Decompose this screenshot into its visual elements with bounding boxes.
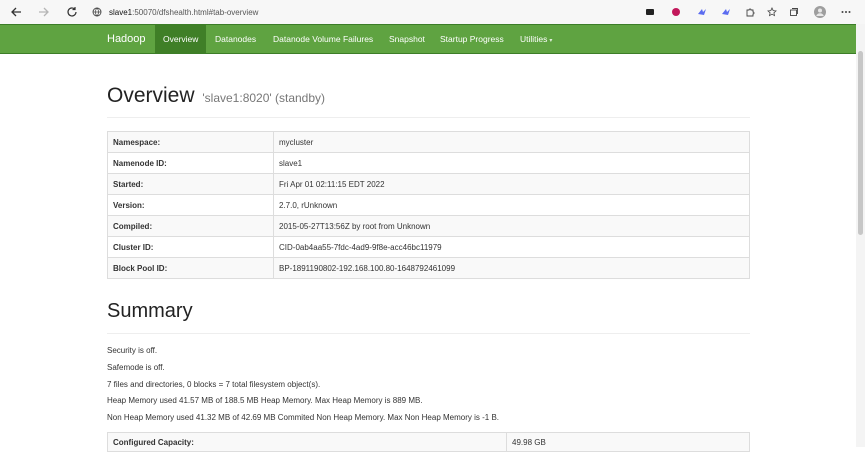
table-row: Namespace: mycluster: [107, 131, 750, 153]
table-row: Compiled: 2015-05-27T13:56Z by root from …: [107, 215, 750, 237]
browser-toolbar: slave1:50070/dfshealth.html#tab-overview: [0, 0, 865, 25]
url-path: :50070/dfshealth.html#tab-overview: [132, 7, 259, 17]
summary-line: Heap Memory used 41.57 MB of 188.5 MB He…: [107, 396, 423, 406]
row-value: 49.98 GB: [506, 432, 750, 452]
summary-line: Security is off.: [107, 346, 158, 355]
bird-extension-icon[interactable]: [692, 2, 712, 22]
hadoop-navbar: Hadoop Overview Datanodes Datanode Volum…: [0, 24, 856, 54]
forward-button[interactable]: [34, 2, 54, 22]
summary-heading: Summary: [107, 300, 193, 322]
divider: [107, 333, 750, 334]
row-key: Namenode ID:: [107, 152, 274, 174]
scrollbar-thumb[interactable]: [858, 51, 863, 235]
utilities-label: Utilities: [520, 34, 548, 44]
row-key: Configured Capacity:: [107, 432, 507, 452]
row-value: slave1: [273, 152, 750, 174]
row-key: Compiled:: [107, 215, 274, 237]
summary-line: Safemode is off.: [107, 362, 165, 372]
divider: [107, 117, 750, 118]
forward-arrow-icon: [39, 7, 49, 17]
back-button[interactable]: [6, 2, 26, 22]
tab-datanode-volume-failures[interactable]: Datanode Volume Failures: [265, 25, 381, 53]
brand-logo[interactable]: Hadoop: [107, 25, 146, 53]
table-row: Namenode ID: slave1: [107, 152, 750, 174]
row-key: Version:: [107, 194, 274, 216]
row-value: 2.7.0, rUnknown: [273, 194, 750, 216]
tab-datanodes[interactable]: Datanodes: [207, 25, 264, 53]
table-row: Started: Fri Apr 01 02:11:15 EDT 2022: [107, 173, 750, 195]
favorites-icon[interactable]: [762, 2, 782, 22]
row-value: BP-1891190802-192.168.100.80-16487924610…: [273, 257, 750, 279]
table-row: Configured Capacity: 49.98 GB: [107, 432, 750, 452]
capacity-table: Configured Capacity: 49.98 GB: [107, 432, 750, 452]
back-arrow-icon: [11, 7, 21, 17]
row-key: Cluster ID:: [107, 236, 274, 258]
bird-extension-icon[interactable]: [716, 2, 736, 22]
tab-utilities[interactable]: Utilities ▾: [512, 25, 560, 53]
extension-icon[interactable]: [666, 2, 686, 22]
row-value: 2015-05-27T13:56Z by root from Unknown: [273, 215, 750, 237]
table-row: Version: 2.7.0, rUnknown: [107, 194, 750, 216]
table-row: Block Pool ID: BP-1891190802-192.168.100.…: [107, 257, 750, 279]
address-bar[interactable]: slave1:50070/dfshealth.html#tab-overview: [92, 7, 258, 17]
profile-avatar-icon[interactable]: [810, 2, 830, 22]
overview-heading: Overview 'slave1:8020' (standby): [107, 84, 325, 108]
overview-title: Overview: [107, 84, 195, 107]
reload-icon: [67, 7, 77, 17]
tab-overview[interactable]: Overview: [155, 25, 207, 53]
tab-startup-progress[interactable]: Startup Progress: [432, 25, 512, 53]
summary-line: 7 files and directories, 0 blocks = 7 to…: [107, 379, 321, 389]
summary-lines: Security is off. Safemode is off. 7 file…: [107, 346, 499, 430]
puzzle-icon[interactable]: [740, 2, 760, 22]
table-row: Cluster ID: CID-0ab4aa55-7fdc-4ad9-9f8e-a…: [107, 236, 750, 258]
reload-button[interactable]: [62, 2, 82, 22]
row-key: Block Pool ID:: [107, 257, 274, 279]
row-value: CID-0ab4aa55-7fdc-4ad9-9f8e-acc46bc11979: [273, 236, 750, 258]
collections-icon[interactable]: [784, 2, 804, 22]
overview-table: Namespace: mycluster Namenode ID: slave1 S…: [107, 131, 750, 279]
row-value: Fri Apr 01 02:11:15 EDT 2022: [273, 173, 750, 195]
site-info-icon: [92, 7, 102, 17]
url-host: slave1: [109, 7, 133, 17]
row-key: Namespace:: [107, 131, 274, 153]
chevron-down-icon: ▾: [549, 38, 553, 44]
row-value: mycluster: [273, 131, 750, 153]
more-menu-icon[interactable]: [836, 2, 856, 22]
vertical-scrollbar[interactable]: [856, 24, 865, 447]
row-key: Started:: [107, 173, 274, 195]
extension-icon[interactable]: [640, 2, 660, 22]
tab-snapshot[interactable]: Snapshot: [381, 25, 433, 53]
summary-line: Non Heap Memory used 41.32 MB of 42.69 M…: [107, 413, 500, 423]
overview-subtitle: 'slave1:8020' (standby): [202, 91, 326, 105]
